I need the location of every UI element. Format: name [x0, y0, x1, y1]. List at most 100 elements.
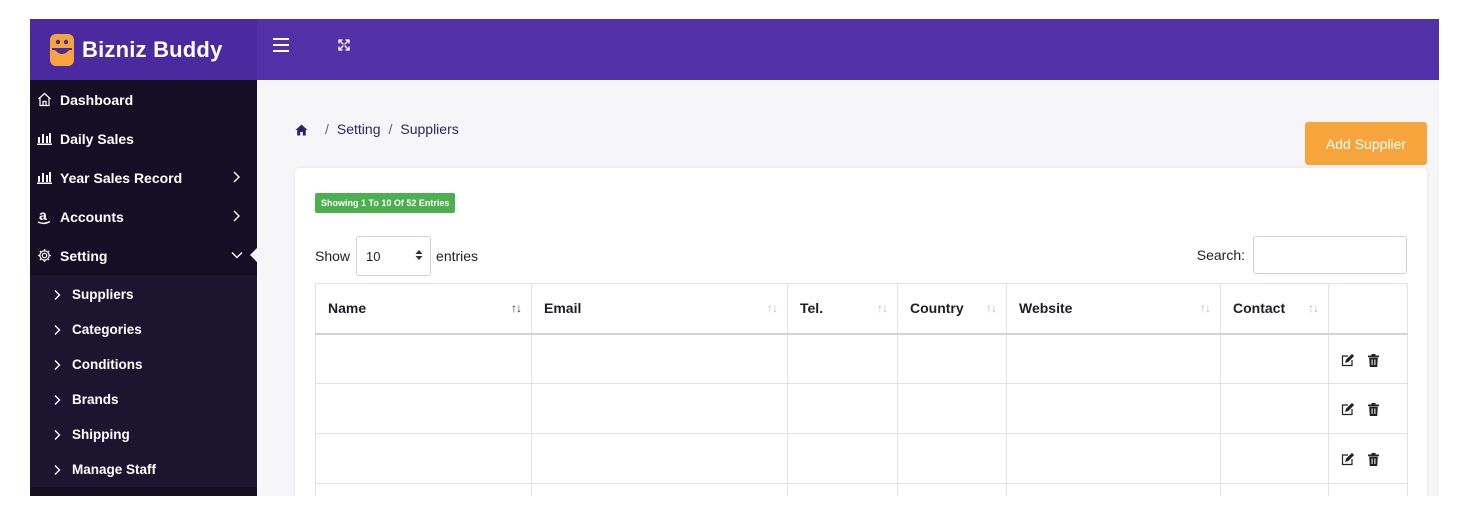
edit-icon[interactable]	[1341, 403, 1355, 416]
sidebar-item-daily-sales[interactable]: Daily Sales	[30, 119, 257, 158]
gear-icon	[35, 247, 53, 265]
column-label: Name	[328, 300, 367, 317]
submenu-item-label: Manage Staff	[72, 462, 157, 477]
sidebar-item-label: Daily Sales	[60, 130, 134, 147]
column-header-website[interactable]: Website ↑↓	[1006, 283, 1221, 335]
edit-icon[interactable]	[1341, 353, 1355, 367]
submenu-item-shipping[interactable]: Shipping	[30, 417, 257, 452]
bar-chart-icon	[35, 130, 53, 148]
sidebar: Dashboard Daily Sales Year Sales Record	[30, 80, 257, 496]
cell-website	[1006, 433, 1221, 484]
submenu-item-suppliers[interactable]: Suppliers	[30, 277, 257, 312]
submenu-item-categories[interactable]: Categories	[30, 312, 257, 347]
cell-email	[531, 383, 788, 434]
column-header-country[interactable]: Country ↑↓	[897, 283, 1007, 335]
sidebar-item-year-sales-record[interactable]: Year Sales Record	[30, 158, 257, 197]
chevron-right-icon	[52, 464, 62, 476]
home-outline-icon	[35, 91, 53, 109]
breadcrumb-current-page[interactable]: Suppliers	[400, 121, 458, 137]
column-label: Website	[1019, 300, 1073, 317]
sort-icon[interactable]: ↑↓	[1308, 301, 1319, 315]
sort-icon[interactable]: ↑↓	[1200, 301, 1211, 315]
cell-actions	[1328, 333, 1408, 384]
cell-contact	[1220, 383, 1329, 434]
column-label: Tel.	[800, 300, 824, 317]
hamburger-menu-icon[interactable]	[273, 38, 289, 52]
cell-email	[531, 483, 788, 496]
suppliers-table: Name ↑↓ Email ↑↓ Tel. ↑↓ Country ↑↓ Website ↑…	[315, 283, 1408, 496]
suppliers-card: Showing 1 To 10 Of 52 Entries Show 10 en…	[295, 168, 1427, 496]
column-header-contact[interactable]: Contact ↑↓	[1220, 283, 1329, 335]
table-row	[315, 433, 1408, 484]
brand-name: Bizniz Buddy	[82, 36, 223, 62]
cell-name	[315, 483, 532, 496]
chevron-right-icon	[52, 394, 62, 406]
table-row	[315, 333, 1408, 384]
trash-icon[interactable]	[1367, 353, 1381, 367]
edit-icon[interactable]	[1341, 453, 1355, 466]
search-input[interactable]	[1253, 236, 1407, 274]
page-length-select[interactable]: 10	[356, 236, 432, 276]
sort-icon[interactable]: ↑↓	[767, 301, 778, 315]
sidebar-item-label: Setting	[60, 247, 108, 264]
submenu-item-label: Categories	[72, 322, 142, 337]
submenu-item-label: Brands	[72, 392, 119, 407]
trash-icon[interactable]	[1367, 403, 1381, 417]
cell-tel	[787, 383, 898, 434]
expand-arrows-icon[interactable]	[335, 36, 353, 54]
column-header-tel[interactable]: Tel. ↑↓	[787, 283, 898, 335]
trash-icon[interactable]	[1367, 453, 1381, 467]
cell-country	[897, 383, 1007, 434]
column-header-name[interactable]: Name ↑↓	[315, 283, 532, 335]
setting-submenu: Suppliers Categories Conditions Brands S…	[30, 275, 257, 487]
sidebar-item-setting[interactable]: Setting	[30, 236, 257, 275]
entries-label: entries	[436, 248, 479, 264]
sort-asc-icon[interactable]: ↑↓	[511, 301, 522, 315]
active-pointer	[250, 248, 257, 262]
cell-actions	[1328, 433, 1408, 484]
cell-country	[897, 483, 1007, 496]
sidebar-item-dashboard[interactable]: Dashboard	[30, 80, 257, 119]
sidebar-item-label: Accounts	[60, 208, 124, 225]
submenu-item-label: Shipping	[72, 427, 130, 442]
submenu-item-manage-staff[interactable]: Manage Staff	[30, 452, 257, 487]
page-length-control: Show 10 entries	[315, 236, 478, 276]
cell-country	[897, 333, 1007, 384]
table-header-row: Name ↑↓ Email ↑↓ Tel. ↑↓ Country ↑↓ Website ↑…	[315, 283, 1408, 335]
submenu-item-label: Suppliers	[72, 287, 134, 302]
chevron-right-icon	[52, 429, 62, 441]
chevron-down-icon	[230, 248, 243, 262]
top-navbar: Bizniz Buddy	[30, 19, 1439, 80]
sidebar-item-accounts[interactable]: a Accounts	[30, 197, 257, 236]
home-icon[interactable]	[295, 123, 308, 136]
amazon-a-icon: a	[35, 208, 53, 226]
entries-info-badge: Showing 1 To 10 Of 52 Entries	[315, 193, 456, 213]
add-supplier-button[interactable]: Add Supplier	[1305, 122, 1427, 165]
cell-tel	[787, 483, 898, 496]
column-header-actions	[1328, 283, 1408, 335]
sort-icon[interactable]: ↑↓	[986, 301, 997, 315]
select-arrows-icon	[415, 249, 423, 264]
sort-icon[interactable]: ↑↓	[877, 301, 888, 315]
chevron-right-icon	[230, 170, 242, 184]
submenu-item-conditions[interactable]: Conditions	[30, 347, 257, 382]
cell-actions	[1328, 383, 1408, 434]
table-row	[315, 483, 1408, 496]
column-label: Email	[544, 300, 582, 317]
cell-tel	[787, 433, 898, 484]
chevron-right-icon	[52, 289, 62, 301]
breadcrumb-setting-link[interactable]: Setting	[337, 121, 381, 137]
chevron-right-icon	[52, 359, 62, 371]
brand[interactable]: Bizniz Buddy	[30, 19, 257, 80]
cell-contact	[1220, 483, 1329, 496]
column-label: Country	[910, 300, 964, 317]
cell-website	[1006, 383, 1221, 434]
cell-actions	[1328, 483, 1408, 496]
cell-website	[1006, 483, 1221, 496]
submenu-item-label: Conditions	[72, 357, 143, 372]
column-label: Contact	[1233, 300, 1286, 317]
submenu-item-brands[interactable]: Brands	[30, 382, 257, 417]
main-content: / Setting / Suppliers Add Supplier Showi…	[257, 80, 1439, 496]
chevron-right-icon	[230, 209, 242, 223]
column-header-email[interactable]: Email ↑↓	[531, 283, 788, 335]
